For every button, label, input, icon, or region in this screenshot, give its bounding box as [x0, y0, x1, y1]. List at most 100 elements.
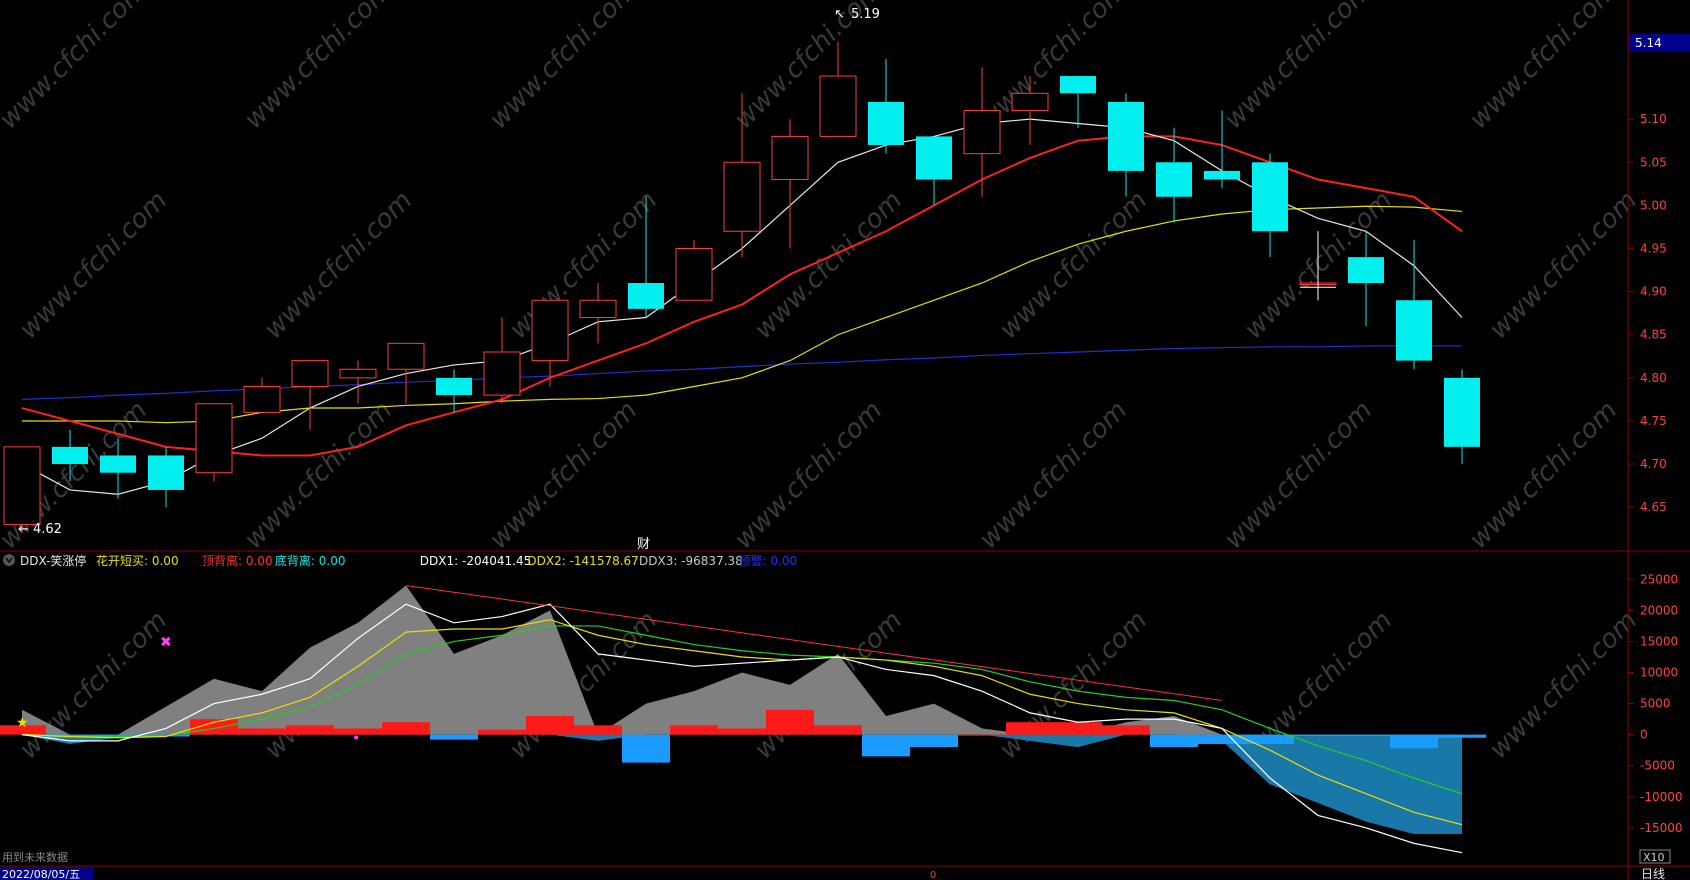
ddx-bar: [622, 734, 670, 763]
candle-body-down: [436, 377, 472, 396]
blue-area-negative: [22, 734, 1462, 835]
ddx-bar: [670, 725, 718, 735]
candle-body-down: [100, 455, 136, 473]
indicator-tick-label: -10000: [1640, 790, 1683, 804]
svg-text:←: ←: [18, 522, 29, 537]
ddx-bar: [238, 728, 286, 735]
indicator-header-item: DDX1: -204041.45: [420, 554, 531, 568]
period-label[interactable]: 日线: [1641, 867, 1665, 880]
price-axis: 5.10 5.05 5.00 4.95 4.90 4.85 4.80 4.75 4.70 4.65: [1628, 112, 1667, 514]
candle-body-down: [1108, 101, 1144, 171]
watermark-text: www.cfchi.com: [239, 0, 399, 135]
future-data-note: 用到未来数据: [2, 850, 68, 864]
candle-body-up: [963, 110, 1001, 155]
watermark-text: www.cfchi.com: [1219, 395, 1379, 555]
watermark-text: www.cfchi.com: [504, 185, 664, 345]
candle-body-up: [195, 403, 233, 474]
signal-marker: ★: [16, 715, 29, 731]
collapse-icon[interactable]: [3, 554, 15, 566]
stock-chart[interactable]: www.cfchi.com www.cfchi.com www.cfchi.com w…: [0, 0, 1690, 880]
watermark-text: www.cfchi.com: [484, 0, 644, 135]
zero-marker: 0: [930, 870, 936, 880]
ddx-bar: [526, 716, 574, 735]
candle-body-up: [771, 135, 809, 181]
ddx-bar: [718, 728, 766, 735]
ddx-bar: [1150, 734, 1198, 748]
price-tick-label: 4.65: [1640, 500, 1667, 514]
candle-body-down: [868, 101, 904, 146]
price-tick-label: 5.10: [1640, 112, 1667, 126]
signal-marker: ✖: [160, 634, 172, 650]
ddx-bar: [1006, 722, 1054, 735]
indicator-header-item: DDX2: -141578.67: [527, 554, 638, 568]
ddx-bar: [478, 729, 526, 735]
zoom-label[interactable]: X10: [1643, 851, 1665, 864]
ddx-bar: [862, 734, 910, 757]
watermark-text: www.cfchi.com: [1219, 0, 1379, 135]
candle-body-up: [483, 351, 521, 396]
ddx-bar: [286, 725, 334, 735]
indicator-tick-label: 20000: [1640, 603, 1678, 617]
watermark-text: www.cfchi.com: [729, 395, 889, 555]
indicator-areas: [22, 585, 1462, 835]
indicator-tick-label: -15000: [1640, 821, 1683, 835]
candle-body-up: [531, 299, 569, 362]
candle-body-down: [1204, 170, 1240, 180]
candle-body-up: [579, 299, 617, 318]
watermark-text: www.cfchi.com: [14, 185, 174, 345]
candle-body-down: [1060, 76, 1096, 94]
candle-body-up: [339, 368, 377, 379]
price-tick-label: 5.05: [1640, 155, 1667, 169]
indicator-tick-label: 15000: [1640, 634, 1678, 648]
indicator-tick-label: 0: [1640, 728, 1648, 742]
candle-body-up: [291, 360, 329, 387]
ddx-bar: [1294, 734, 1342, 736]
watermark-text: www.cfchi.com: [484, 395, 644, 555]
candle-body-down: [916, 136, 952, 180]
candle-body-up: [723, 161, 761, 232]
watermark-text: www.cfchi.com: [1484, 185, 1644, 345]
ddx-bar: [1390, 734, 1438, 749]
candle-body-up: [819, 75, 857, 137]
candle-body-down: [1348, 257, 1384, 283]
indicator-header-item: 顶背离: 0.00: [202, 553, 273, 568]
candle-body-down: [52, 446, 88, 465]
price-tick-label: 4.95: [1640, 242, 1667, 256]
price-tick-label: 4.80: [1640, 371, 1667, 385]
candle-body-up: [387, 342, 425, 370]
watermark-text: www.cfchi.com: [1464, 0, 1624, 135]
watermark-text: www.cfchi.com: [1484, 605, 1644, 765]
cai-marker: 财: [637, 537, 650, 552]
ddx-bar: [910, 734, 958, 748]
ddx-bar: [766, 709, 814, 735]
watermark-text: www.cfchi.com: [1464, 395, 1624, 555]
price-tick-label: 5.00: [1640, 198, 1667, 212]
indicator-header: DDX-笑涨停 花开短买: 0.00 顶背离: 0.00 底背离: 0.00 DDX1…: [3, 553, 797, 568]
high-price-label: 5.19: [851, 7, 880, 22]
price-tick-label: 4.90: [1640, 285, 1667, 299]
price-tick-label: 4.75: [1640, 414, 1667, 428]
ddx-bar: [382, 722, 430, 735]
watermark-text: www.cfchi.com: [239, 395, 399, 555]
candle-body-down: [1156, 162, 1192, 197]
footer-date: 2022/08/05/五: [2, 868, 80, 880]
candle-body-up: [675, 248, 713, 301]
watermark-text: www.cfchi.com: [994, 185, 1154, 345]
indicator-tick-label: 5000: [1640, 697, 1671, 711]
low-price-label: 4.62: [33, 522, 62, 537]
gray-area-positive: [22, 585, 1462, 735]
current-price-label: 5.14: [1635, 36, 1662, 50]
price-tick-label: 4.85: [1640, 328, 1667, 342]
ddx-bar: [1054, 722, 1102, 735]
ddx-bar: [1342, 734, 1390, 736]
candle-body-up: [3, 446, 41, 525]
candle-body-down: [1252, 162, 1288, 232]
indicator-name[interactable]: DDX-笑涨停: [20, 553, 86, 568]
candle-body-up: [1011, 92, 1049, 112]
watermark-text: www.cfchi.com: [0, 0, 153, 135]
svg-text:↖: ↖: [834, 7, 845, 22]
high-annotation: ↖ 5.19: [834, 7, 880, 22]
ddx-bar: [1438, 734, 1486, 738]
ddx-bar: [1102, 725, 1150, 735]
ddx-bar: [958, 734, 1006, 736]
